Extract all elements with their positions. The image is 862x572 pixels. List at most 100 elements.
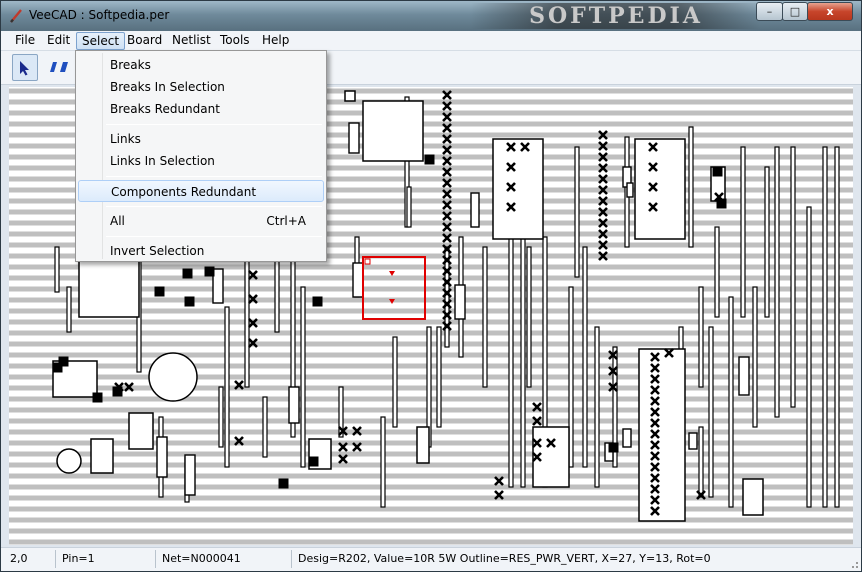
wire-link: [822, 146, 828, 508]
menu-item-label: Breaks: [110, 58, 151, 72]
solder-pad: [608, 442, 619, 453]
wire-link: [698, 426, 704, 498]
menu-item-label: Breaks In Selection: [110, 80, 225, 94]
component-body: [344, 90, 356, 102]
component-body: [90, 438, 114, 474]
menu-item-components-redundant[interactable]: Components Redundant: [78, 180, 324, 202]
wire-link: [406, 186, 412, 228]
solder-pad: [424, 154, 435, 165]
component-body: [492, 138, 544, 240]
wire-link: [698, 286, 704, 388]
menu-item-label: Components Redundant: [111, 185, 257, 199]
wire-link: [740, 146, 746, 318]
component-body: [362, 100, 424, 162]
menu-edit[interactable]: Edit: [42, 32, 75, 50]
resistor-body: [738, 356, 750, 396]
minimize-button[interactable]: –: [756, 2, 783, 21]
wire-link: [714, 226, 720, 318]
solder-pad: [716, 198, 727, 209]
wire-link: [436, 326, 442, 428]
menu-item-links[interactable]: Links: [78, 128, 324, 150]
status-divider: [55, 550, 56, 568]
pencil-icon: [10, 9, 22, 23]
solder-pad: [312, 296, 323, 307]
break-tool-button[interactable]: [45, 54, 71, 81]
menu-item-links-in-selection[interactable]: Links In Selection: [78, 150, 324, 172]
track-cut-icon: [50, 62, 68, 72]
capacitor-outline: [56, 448, 82, 474]
menu-item-all[interactable]: All Ctrl+A: [78, 210, 324, 232]
menu-item-label: Links In Selection: [110, 154, 215, 168]
wire-link: [708, 326, 714, 498]
wire-link: [66, 286, 72, 333]
component-body: [634, 138, 686, 240]
wire-link: [594, 326, 600, 488]
solder-pad: [204, 266, 215, 277]
softpedia-watermark: SOFTPEDIA: [471, 3, 761, 29]
wire-link: [262, 396, 268, 458]
solder-pad: [112, 386, 123, 397]
component-body: [638, 348, 686, 522]
solder-pad: [184, 296, 195, 307]
shortcut-label: Ctrl+A: [266, 214, 306, 228]
wire-link: [300, 286, 306, 468]
wire-link: [482, 246, 488, 388]
menu-item-breaks[interactable]: Breaks: [78, 54, 324, 76]
component-body: [416, 426, 430, 464]
resistor-body: [470, 192, 480, 228]
menu-separator: [106, 124, 322, 125]
solder-pad: [278, 478, 289, 489]
menu-netlist[interactable]: Netlist: [167, 32, 216, 50]
select-tool-button[interactable]: [12, 54, 38, 81]
solder-pad: [92, 392, 103, 403]
status-bar: 2,0 Pin=1 Net=N000041 Desig=R202, Value=…: [1, 547, 861, 571]
menu-file[interactable]: File: [10, 32, 40, 50]
resize-grip-icon[interactable]: [847, 557, 859, 569]
menu-item-breaks-redundant[interactable]: Breaks Redundant: [78, 98, 324, 120]
menu-select[interactable]: Select: [76, 32, 126, 50]
resistor-body: [288, 386, 300, 424]
menu-separator: [106, 176, 322, 177]
selected-component-pin: [364, 258, 371, 265]
title-bar[interactable]: SOFTPEDIA VeeCAD : Softpedia.per – □ x: [1, 1, 861, 31]
wire-link: [752, 286, 758, 428]
status-coordinates: 2,0: [10, 552, 28, 565]
menu-item-breaks-in-selection[interactable]: Breaks In Selection: [78, 76, 324, 98]
wire-link: [574, 146, 580, 278]
resistor-body: [688, 432, 698, 450]
selected-component-pin: [389, 271, 395, 276]
solder-pad: [712, 166, 723, 177]
wire-link: [224, 306, 230, 468]
wire-link: [806, 206, 812, 508]
wire-link: [774, 146, 780, 418]
menu-tools[interactable]: Tools: [215, 32, 255, 50]
menu-item-label: Breaks Redundant: [110, 102, 220, 116]
menu-separator: [106, 206, 322, 207]
resistor-body: [184, 454, 196, 496]
arrow-pointer-icon: [20, 61, 29, 76]
wire-link: [764, 166, 770, 318]
close-button[interactable]: x: [807, 2, 853, 21]
resistor-body: [622, 428, 632, 448]
maximize-button[interactable]: □: [782, 2, 808, 21]
menu-item-label: Links: [110, 132, 141, 146]
select-menu-dropdown: Breaks Breaks In Selection Breaks Redund…: [75, 50, 327, 262]
menu-separator: [106, 236, 322, 237]
menu-help[interactable]: Help: [257, 32, 294, 50]
wire-link: [392, 336, 398, 428]
menu-item-label: All: [110, 214, 125, 228]
component-body: [128, 412, 154, 450]
wire-link: [834, 146, 840, 508]
wire-link: [508, 216, 514, 488]
resistor-body: [352, 262, 364, 298]
status-pin: Pin=1: [62, 552, 95, 565]
solder-pad: [182, 268, 193, 279]
menu-board[interactable]: Board: [122, 32, 167, 50]
wire-link: [218, 386, 224, 448]
wire-link: [54, 246, 60, 293]
resistor-body: [626, 182, 634, 198]
component-body: [742, 478, 764, 516]
menu-bar: File Edit Select Board Netlist Tools Hel…: [1, 31, 861, 51]
menu-item-invert-selection[interactable]: Invert Selection: [78, 240, 324, 262]
wire-link: [688, 126, 694, 248]
